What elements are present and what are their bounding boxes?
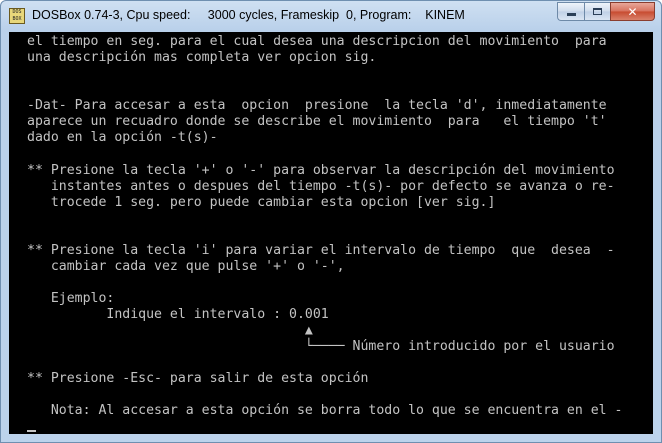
screen-line: ** Presione la tecla '+' o '-' para obse…: [27, 163, 615, 178]
screen-line: trocede 1 seg. pero puede cambiar esta o…: [27, 195, 496, 210]
screen-line: └──── Número introducido por el usuario: [27, 339, 615, 354]
screen-line: cambiar cada vez que pulse '+' o '-',: [27, 259, 345, 274]
maximize-button[interactable]: [584, 2, 610, 21]
screen-line: ** Presione -Esc- para salir de esta opc…: [27, 371, 369, 386]
title-bar[interactable]: DOS BOX DOSBox 0.74-3, Cpu speed: 3000 c…: [1, 1, 661, 32]
screen-line: Indique el intervalo : 0.001: [27, 307, 329, 322]
dosbox-window: DOS BOX DOSBox 0.74-3, Cpu speed: 3000 c…: [0, 0, 662, 443]
screen-line: el tiempo en seg. para el cual desea una…: [27, 34, 607, 49]
screen-line: instantes antes o despues del tiempo -t(…: [27, 179, 615, 194]
screen-line: una descripción mas completa ver opcion …: [27, 50, 377, 65]
window-controls: ✕: [557, 2, 655, 21]
screen-line: dado en la opción -t(s)-: [27, 130, 218, 145]
screen-line: Nota: Al accesar a esta opción se borra …: [27, 403, 623, 418]
close-icon: ✕: [627, 4, 638, 19]
dos-screen[interactable]: el tiempo en seg. para el cual desea una…: [9, 32, 653, 434]
maximize-icon: [593, 8, 602, 15]
minimize-button[interactable]: [557, 2, 584, 21]
screen-line: -Dat- Para accesar a esta opcion presion…: [27, 98, 607, 113]
close-button[interactable]: ✕: [610, 2, 655, 21]
dosbox-app-icon[interactable]: DOS BOX: [9, 8, 25, 24]
screen-line: Ejemplo:: [27, 291, 115, 306]
window-title: DOSBox 0.74-3, Cpu speed: 3000 cycles, F…: [32, 8, 465, 22]
screen-line: ▲: [27, 323, 313, 338]
minimize-icon: [566, 13, 576, 16]
text-cursor: [27, 430, 36, 432]
screen-line: ** Presione la tecla 'i' para variar el …: [27, 243, 615, 258]
screen-line: aparece un recuadro donde se describe el…: [27, 114, 607, 129]
